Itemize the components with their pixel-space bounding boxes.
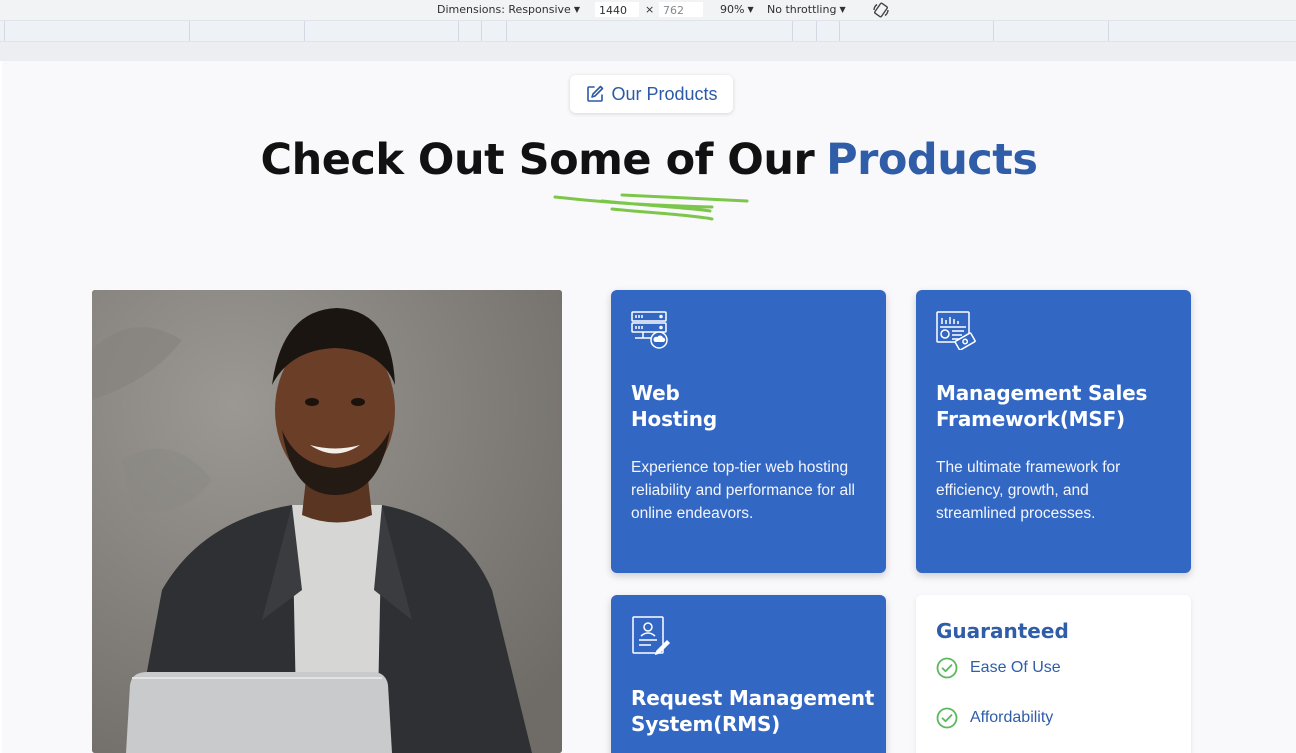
- card-title: Request Management System(RMS): [631, 685, 874, 737]
- check-circle-icon: [936, 707, 958, 729]
- dimensions-dropdown[interactable]: Dimensions: Responsive ▼: [437, 3, 580, 16]
- rotate-icon[interactable]: [872, 1, 890, 19]
- zoom-dropdown[interactable]: 90% ▼: [720, 3, 754, 16]
- devtools-toolbar: Dimensions: Responsive ▼ 1440 × 762 90% ▼ …: [0, 0, 1296, 20]
- sales-chart-icon: [936, 311, 976, 350]
- chevron-down-icon: ▼: [747, 5, 754, 14]
- section-headline: Check Out Some of Our Products: [2, 135, 1296, 185]
- zoom-label: 90%: [720, 3, 745, 16]
- hero-photo: [92, 290, 562, 753]
- ruler-spacer: [0, 42, 1296, 61]
- edit-icon: [587, 85, 604, 102]
- card-title: Web Hosting: [631, 380, 717, 432]
- chevron-down-icon: ▼: [573, 5, 580, 14]
- request-document-icon: [632, 616, 671, 655]
- page-viewport: Our Products Check Out Some of Our Produc…: [2, 61, 1296, 753]
- product-card-web-hosting[interactable]: Web Hosting Experience top-tier web host…: [611, 290, 886, 573]
- card-title-line: Hosting: [631, 407, 717, 431]
- product-card-msf[interactable]: Management Sales Framework(MSF) The ulti…: [916, 290, 1191, 573]
- headline-main: Check Out Some of Our: [260, 135, 815, 185]
- server-cloud-icon: [631, 311, 668, 349]
- card-title-line: Management Sales: [936, 381, 1148, 405]
- throttling-label: No throttling: [767, 3, 837, 16]
- media-query-ruler: [0, 20, 1296, 42]
- guarantee-item: Affordability: [936, 707, 1053, 729]
- card-title-line: Web: [631, 381, 680, 405]
- times-separator: ×: [645, 3, 655, 16]
- dimensions-label: Dimensions: Responsive: [437, 3, 571, 16]
- chevron-down-icon: ▼: [839, 5, 846, 14]
- card-title-line: Request Management: [631, 686, 875, 710]
- guaranteed-title: Guaranteed: [936, 619, 1069, 643]
- height-input[interactable]: 762: [658, 1, 704, 18]
- guarantee-item: Ease Of Use: [936, 657, 1061, 679]
- guarantee-item-label: Affordability: [970, 709, 1054, 726]
- card-title-line: System(RMS): [631, 712, 781, 736]
- card-title-line: Framework(MSF): [936, 407, 1125, 431]
- guaranteed-card: Guaranteed Ease Of Use Affordability: [916, 595, 1191, 753]
- section-badge: Our Products: [570, 75, 733, 113]
- headline-accent: Products: [826, 135, 1038, 185]
- section-badge-label: Our Products: [611, 83, 718, 104]
- check-circle-icon: [936, 657, 958, 679]
- guarantee-item-label: Ease Of Use: [970, 659, 1061, 676]
- throttling-dropdown[interactable]: No throttling ▼: [767, 3, 846, 16]
- card-description: Experience top-tier web hosting reliabil…: [631, 459, 855, 522]
- width-input[interactable]: 1440: [594, 1, 640, 18]
- product-card-rms[interactable]: Request Management System(RMS): [611, 595, 886, 753]
- card-description: The ultimate framework for efficiency, g…: [936, 459, 1121, 522]
- card-title: Management Sales Framework(MSF): [936, 380, 1147, 432]
- underline-squiggle: [553, 193, 749, 221]
